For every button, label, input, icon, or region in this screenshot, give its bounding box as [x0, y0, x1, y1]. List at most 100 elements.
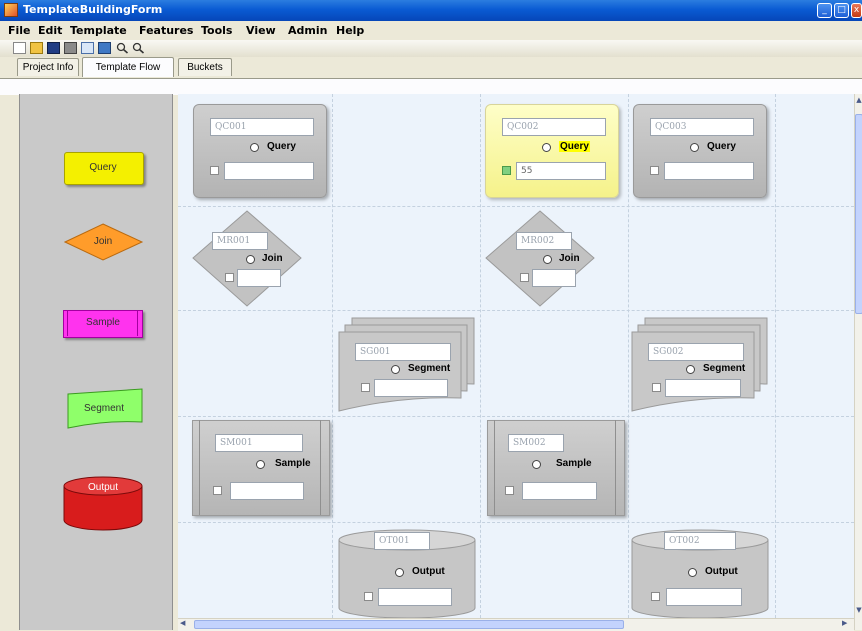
node-id-field[interactable]: SM001: [215, 434, 303, 452]
node-id-field[interactable]: SG001: [355, 343, 451, 361]
palette-query[interactable]: Query: [64, 152, 144, 185]
save-icon[interactable]: [47, 42, 60, 54]
node-checkbox[interactable]: [520, 273, 529, 282]
node-id-field[interactable]: QC003: [650, 118, 754, 136]
segment-node-sg002[interactable]: SG002 Segment: [631, 316, 771, 414]
maximize-button[interactable]: □: [834, 3, 849, 18]
menu-file[interactable]: File: [8, 24, 31, 37]
document-icon[interactable]: [81, 42, 94, 54]
node-value-field[interactable]: [665, 379, 741, 397]
node-id-field[interactable]: SG002: [648, 343, 744, 361]
horizontal-scrollbar[interactable]: ◀ ▶: [178, 618, 854, 631]
scroll-thumb[interactable]: [194, 620, 624, 629]
query-node-qc002[interactable]: QC002 Query 55: [485, 104, 620, 198]
flow-canvas[interactable]: QC001 Query QC002 Query 55 QC003 Query M…: [178, 94, 854, 618]
database-icon[interactable]: [98, 42, 111, 54]
shape-palette: Query Join Sample Segment Output: [19, 94, 173, 630]
minimize-button[interactable]: _: [817, 3, 832, 18]
node-radio[interactable]: [686, 365, 695, 374]
node-id-field[interactable]: MR002: [516, 232, 572, 250]
zoom-in-icon[interactable]: [116, 42, 129, 54]
node-checkbox[interactable]: [213, 486, 222, 495]
node-value-field[interactable]: [237, 269, 281, 287]
node-value-field[interactable]: [532, 269, 576, 287]
menu-features[interactable]: Features: [139, 24, 193, 37]
tab-template-flow[interactable]: Template Flow: [82, 57, 174, 77]
scroll-thumb[interactable]: [855, 114, 862, 314]
palette-join[interactable]: Join: [64, 222, 144, 262]
node-value-field[interactable]: [666, 588, 742, 606]
node-radio[interactable]: [246, 255, 255, 264]
node-value-field[interactable]: 55: [516, 162, 606, 180]
node-value-field[interactable]: [522, 482, 597, 500]
segment-node-sg001[interactable]: SG001 Segment: [338, 316, 478, 414]
node-id-field[interactable]: QC001: [210, 118, 314, 136]
join-node-mr002[interactable]: MR002 Join: [485, 210, 595, 308]
join-node-mr001[interactable]: MR001 Join: [192, 210, 302, 308]
node-id-field[interactable]: MR001: [212, 232, 268, 250]
node-id-field[interactable]: OT002: [664, 532, 736, 550]
node-checkbox[interactable]: [502, 166, 511, 175]
palette-output[interactable]: Output: [63, 476, 143, 532]
grid-line: [178, 522, 854, 524]
palette-sample[interactable]: Sample: [63, 310, 143, 340]
output-node-ot001[interactable]: OT001 Output: [338, 528, 478, 618]
node-radio[interactable]: [543, 255, 552, 264]
tab-project-info[interactable]: Project Info: [17, 58, 79, 76]
close-button[interactable]: x: [851, 3, 862, 18]
new-icon[interactable]: [13, 42, 26, 54]
node-radio[interactable]: [532, 460, 541, 469]
node-checkbox[interactable]: [225, 273, 234, 282]
node-checkbox[interactable]: [505, 486, 514, 495]
node-radio[interactable]: [391, 365, 400, 374]
sample-node-sm001[interactable]: SM001 Sample: [192, 420, 330, 516]
menu-template[interactable]: Template: [70, 24, 127, 37]
output-node-ot002[interactable]: OT002 Output: [631, 528, 771, 618]
node-checkbox[interactable]: [650, 166, 659, 175]
zoom-out-icon[interactable]: [132, 42, 145, 54]
vertical-scrollbar[interactable]: ▲ ▼: [854, 94, 862, 630]
scroll-up-icon[interactable]: ▲: [855, 96, 862, 106]
query-node-qc001[interactable]: QC001 Query: [193, 104, 328, 198]
node-value-field[interactable]: [230, 482, 304, 500]
node-radio[interactable]: [688, 568, 697, 577]
title-bar: TemplateBuildingForm _ □ x: [0, 0, 862, 21]
app-icon: [4, 3, 18, 17]
toolbar: [0, 40, 862, 58]
tab-buckets[interactable]: Buckets: [178, 58, 232, 76]
scroll-down-icon[interactable]: ▼: [855, 606, 862, 616]
node-checkbox[interactable]: [651, 592, 660, 601]
scroll-right-icon[interactable]: ▶: [842, 619, 852, 630]
node-checkbox[interactable]: [361, 383, 370, 392]
node-radio[interactable]: [250, 143, 259, 152]
open-icon[interactable]: [30, 42, 43, 54]
palette-label: Segment: [83, 403, 125, 414]
node-type-label: Query: [707, 141, 736, 152]
menu-help[interactable]: Help: [336, 24, 364, 37]
menu-bar: File Edit Template Features Tools View A…: [0, 21, 862, 40]
node-radio[interactable]: [256, 460, 265, 469]
menu-view[interactable]: View: [246, 24, 276, 37]
query-node-qc003[interactable]: QC003 Query: [633, 104, 768, 198]
node-value-field[interactable]: [374, 379, 448, 397]
node-id-field[interactable]: OT001: [374, 532, 430, 550]
node-checkbox[interactable]: [364, 592, 373, 601]
palette-segment[interactable]: Segment: [64, 388, 144, 430]
scroll-left-icon[interactable]: ◀: [180, 619, 190, 630]
menu-admin[interactable]: Admin: [288, 24, 327, 37]
palette-label: Output: [87, 482, 119, 493]
node-value-field[interactable]: [224, 162, 314, 180]
node-value-field[interactable]: [664, 162, 754, 180]
sample-node-sm002[interactable]: SM002 Sample: [487, 420, 625, 516]
node-checkbox[interactable]: [652, 383, 661, 392]
menu-tools[interactable]: Tools: [201, 24, 232, 37]
node-id-field[interactable]: SM002: [508, 434, 564, 452]
node-value-field[interactable]: [378, 588, 452, 606]
menu-edit[interactable]: Edit: [38, 24, 62, 37]
print-icon[interactable]: [64, 42, 77, 54]
node-radio[interactable]: [395, 568, 404, 577]
node-radio[interactable]: [542, 143, 551, 152]
node-checkbox[interactable]: [210, 166, 219, 175]
node-radio[interactable]: [690, 143, 699, 152]
node-id-field[interactable]: QC002: [502, 118, 606, 136]
